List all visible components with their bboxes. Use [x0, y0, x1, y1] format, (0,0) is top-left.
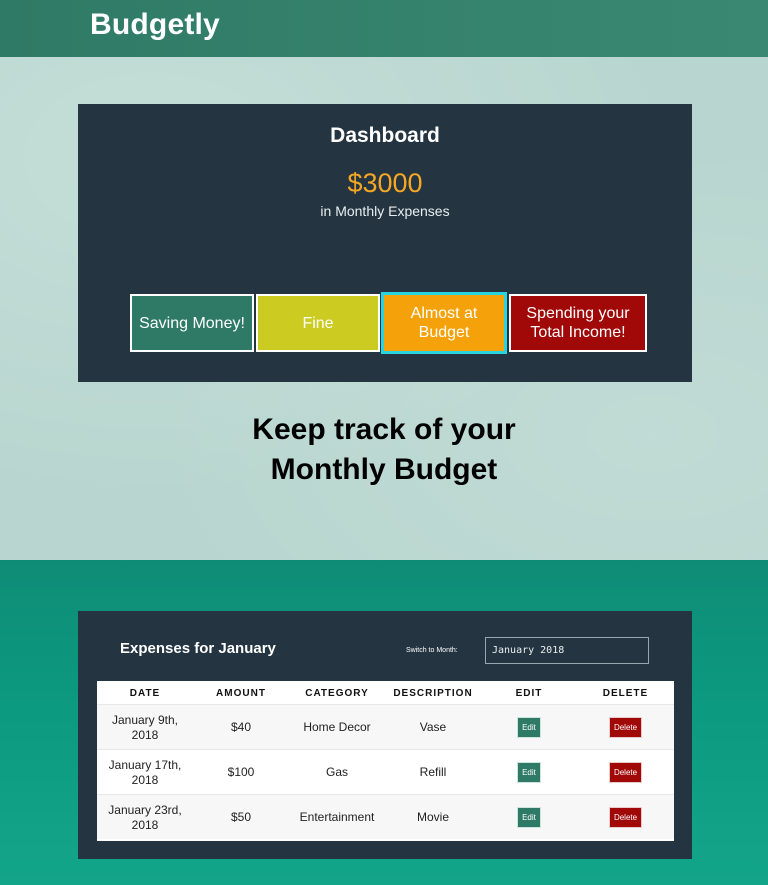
cell-category: Gas [325, 765, 348, 779]
dashboard-title: Dashboard [330, 124, 440, 147]
cell-edit: Edit [481, 705, 577, 750]
cell-description: Refill [419, 765, 447, 779]
delete-button[interactable]: Delete [608, 807, 643, 828]
cell-delete: Delete [577, 750, 674, 795]
status-fine[interactable]: Fine [256, 294, 380, 352]
status-almost-at-budget[interactable]: Almost at Budget [381, 292, 507, 354]
edit-button[interactable]: Edit [517, 807, 541, 828]
tagline-line-1: Keep track of your [252, 413, 516, 446]
delete-button[interactable]: Delete [608, 717, 643, 738]
column-header-delete: DELETE [602, 688, 649, 699]
cell-category: Home Decor [303, 720, 371, 734]
table-row: January 23rd, 2018 $50 Entertainment Mov… [97, 794, 674, 839]
table-header: DATE AMOUNT CATEGORY DESCRIPTION EDIT DE… [97, 681, 674, 704]
cell-date: January 17th, 2018 [108, 757, 182, 787]
column-header-description: DESCRIPTION [393, 688, 473, 699]
column-header-category: CATEGORY [305, 688, 369, 699]
column-header-edit: EDIT [515, 688, 543, 699]
app-header: Budgetly [0, 0, 768, 57]
tagline-line-2: Monthly Budget [270, 453, 498, 486]
monthly-expense-amount: $3000 [347, 168, 423, 198]
delete-button[interactable]: Delete [608, 762, 643, 783]
expenses-title: Expenses for January [120, 640, 276, 657]
cell-description: Movie [416, 810, 449, 824]
monthly-expense-caption: in Monthly Expenses [320, 203, 450, 219]
cell-amount: $40 [230, 720, 252, 734]
edit-button[interactable]: Edit [517, 762, 541, 783]
cell-amount: $100 [227, 765, 255, 779]
cell-description: Vase [419, 720, 447, 734]
tagline: Keep track of your Monthly Budget [0, 410, 768, 490]
cell-date: January 9th, 2018 [111, 712, 179, 742]
cell-delete: Delete [577, 705, 674, 750]
cell-edit: Edit [481, 795, 577, 840]
brand-logo[interactable]: Budgetly [90, 8, 220, 42]
column-header-amount: AMOUNT [216, 688, 266, 699]
cell-amount: $50 [230, 810, 252, 824]
cell-category: Entertainment [299, 810, 375, 824]
dashboard-card: Dashboard $3000 in Monthly Expenses Savi… [78, 104, 692, 382]
switch-month-label: Switch to Month: [406, 647, 458, 654]
status-label: Almost at Budget [410, 305, 478, 341]
table-row: January 9th, 2018 $40 Home Decor Vase Ed… [97, 704, 674, 749]
status-label: Saving Money! [139, 314, 245, 332]
cell-delete: Delete [577, 795, 674, 840]
cell-date: January 23rd, 2018 [108, 802, 182, 832]
month-switch-input[interactable] [485, 637, 649, 664]
table-row: January 17th, 2018 $100 Gas Refill Edit … [97, 749, 674, 794]
status-label: Spending your Total Income! [526, 305, 630, 341]
status-spending-total-income[interactable]: Spending your Total Income! [509, 294, 647, 352]
expenses-panel: Expenses for January Switch to Month: DA… [78, 611, 692, 859]
cell-edit: Edit [481, 750, 577, 795]
status-label: Fine [302, 314, 334, 332]
column-header-date: DATE [129, 688, 161, 699]
edit-button[interactable]: Edit [517, 717, 541, 738]
expenses-table: DATE AMOUNT CATEGORY DESCRIPTION EDIT DE… [97, 681, 674, 841]
status-saving-money[interactable]: Saving Money! [130, 294, 254, 352]
